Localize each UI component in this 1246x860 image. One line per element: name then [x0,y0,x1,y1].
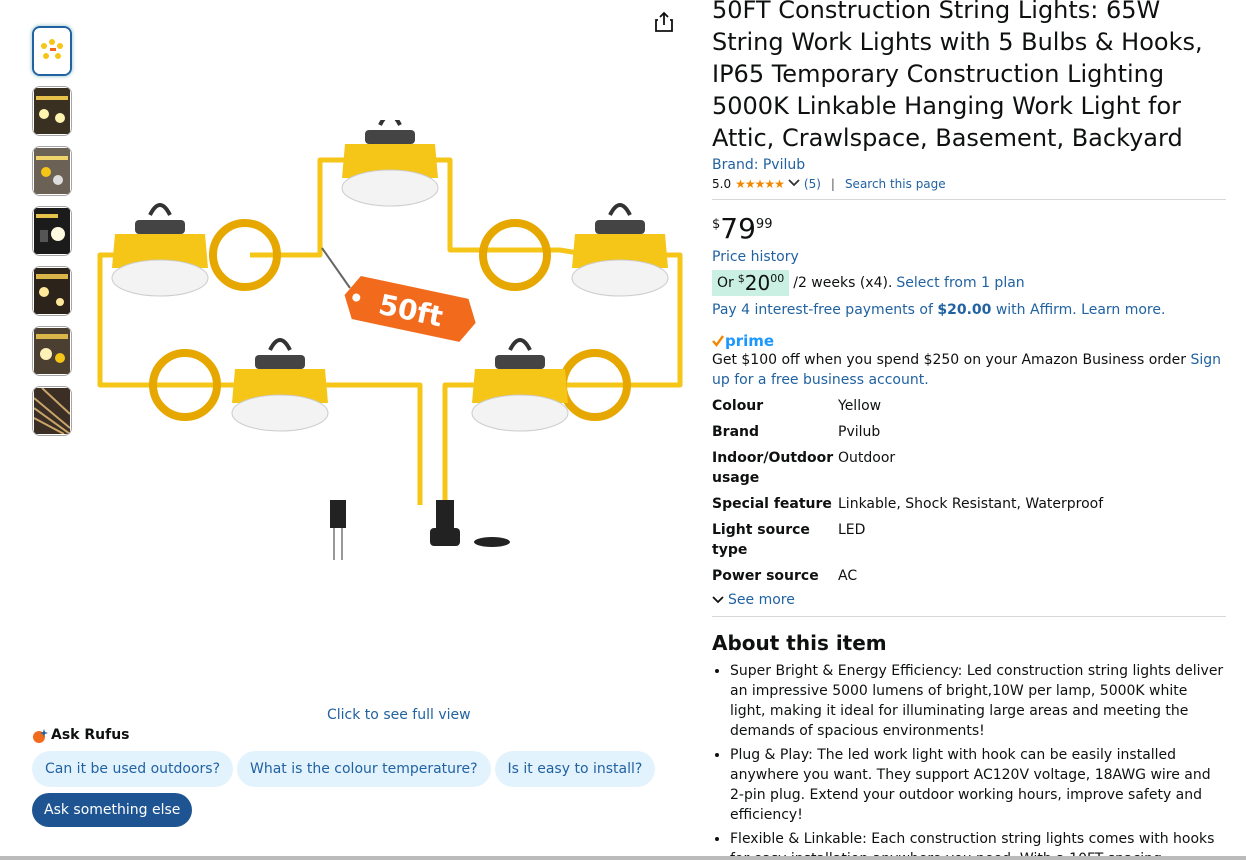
rufus-chip-install[interactable]: Is it easy to install? [494,751,656,787]
business-offer-text: Get $100 off when you spend $250 on your… [712,352,1191,368]
rating-value: 5.0 [712,177,732,191]
spec-row: Special feature Linkable, Shock Resistan… [712,494,1226,514]
divider [712,199,1226,200]
see-more-link[interactable]: See more [712,592,1226,608]
price: $ 79 99 [712,214,1226,244]
installment-whole: 20 [744,271,771,295]
spec-key: Power source [712,568,819,584]
thumbnail-image [34,148,70,194]
thumbnail-image [34,388,70,434]
thumbnail-2[interactable] [32,86,72,136]
prime-label: prime [725,332,775,350]
divider [712,616,1226,617]
about-heading: About this item [712,631,887,655]
business-offer: Get $100 off when you spend $250 on your… [712,350,1226,390]
rufus-chip-colour-temp[interactable]: What is the colour temperature? [237,751,491,787]
spec-key: Brand [712,424,760,440]
spec-value: LED [838,522,866,538]
affirm-amount: $20.00 [937,302,992,318]
product-title: 50FT Construction String Lights: 65W Str… [712,0,1203,152]
installment-fraction: 00 [770,272,785,285]
thumbnail-image [34,208,70,254]
review-count-link[interactable]: (5) [804,177,821,191]
spec-key: Colour [712,398,764,414]
thumbnail-list [32,26,72,446]
thumbnail-image [34,88,70,134]
horizontal-scrollbar[interactable] [0,856,1246,860]
star-rating-icon[interactable]: ★★★★★ [735,177,785,191]
price-fraction: 99 [755,217,773,232]
spec-value: Outdoor [838,450,896,466]
price-symbol: $ [712,217,721,232]
thumbnail-6[interactable] [32,326,72,376]
rufus-chip-outdoors[interactable]: Can it be used outdoors? [32,751,233,787]
thumbnail-3[interactable] [32,146,72,196]
list-item: Plug & Play: The led work light with hoo… [730,745,1226,825]
spec-row: Power source AC [712,566,1226,586]
about-bullets: Super Bright & Energy Efficiency: Led co… [712,661,1226,860]
rating-row: 5.0 ★★★★★ (5) | Search this page [712,177,1226,191]
spec-table: Colour Yellow Brand Pvilub Indoor/Outdoo… [712,396,1226,586]
divider: | [830,177,835,191]
rufus-label: Ask Rufus [51,727,130,743]
select-plan-link[interactable]: Select from 1 plan [896,275,1024,291]
rufus-question-chips: Can it be used outdoors? What is the col… [32,751,656,787]
brand-link[interactable]: Brand: Pvilub [712,157,1226,173]
installment-or: Or [717,275,734,291]
price-whole: 79 [720,212,756,245]
thumbnail-5[interactable] [32,266,72,316]
prime-badge: prime [712,332,1226,350]
thumbnail-image [34,28,70,74]
chevron-down-icon [712,596,724,604]
spec-key: Indoor/Outdoor usage [712,450,834,486]
rufus-icon [32,728,48,743]
installment-symbol: $ [737,272,745,285]
chevron-down-icon[interactable] [788,177,800,191]
installment-price-badge: Or $ 20 00 [712,270,790,296]
list-item: Super Bright & Energy Efficiency: Led co… [730,661,1226,741]
spec-value: Yellow [838,398,882,414]
spec-key: Special feature [712,496,832,512]
rufus-title: Ask Rufus [32,727,130,743]
spec-value: Linkable, Shock Resistant, Waterproof [838,496,1104,512]
spec-value: Pvilub [838,424,881,440]
thumbnail-1[interactable] [32,26,72,76]
thumbnail-image [34,328,70,374]
ask-something-else-button[interactable]: Ask something else [32,793,193,827]
spec-row: Colour Yellow [712,396,1226,416]
share-icon[interactable] [652,10,676,34]
search-this-page-link[interactable]: Search this page [845,177,946,191]
spec-value: AC [838,568,858,584]
thumbnail-image [34,268,70,314]
spec-key: Light source type [712,522,810,558]
affirm-text-a: Pay 4 interest-free payments of [712,302,938,318]
price-history-link[interactable]: Price history [712,249,799,265]
thumbnail-7[interactable] [32,386,72,436]
product-details: 50FT Construction String Lights: 65W Str… [712,0,1226,860]
see-more-label: See more [728,592,795,608]
spec-row: Brand Pvilub [712,422,1226,442]
installment-period: /2 weeks (x4). [793,275,893,291]
affirm-text-b: with Affirm. Learn more. [991,302,1166,318]
spec-row: Indoor/Outdoor usage Outdoor [712,448,1226,488]
spec-row: Light source type LED [712,520,1226,560]
affirm-link[interactable]: Pay 4 interest-free payments of $20.00 w… [712,302,1226,318]
thumbnail-4[interactable] [32,206,72,256]
installment-row: Or $ 20 00 /2 weeks (x4). Select from 1 … [712,270,1226,296]
prime-check-icon [712,335,724,347]
main-product-image[interactable]: 50ft [90,113,690,570]
full-view-link[interactable]: Click to see full view [327,707,471,723]
